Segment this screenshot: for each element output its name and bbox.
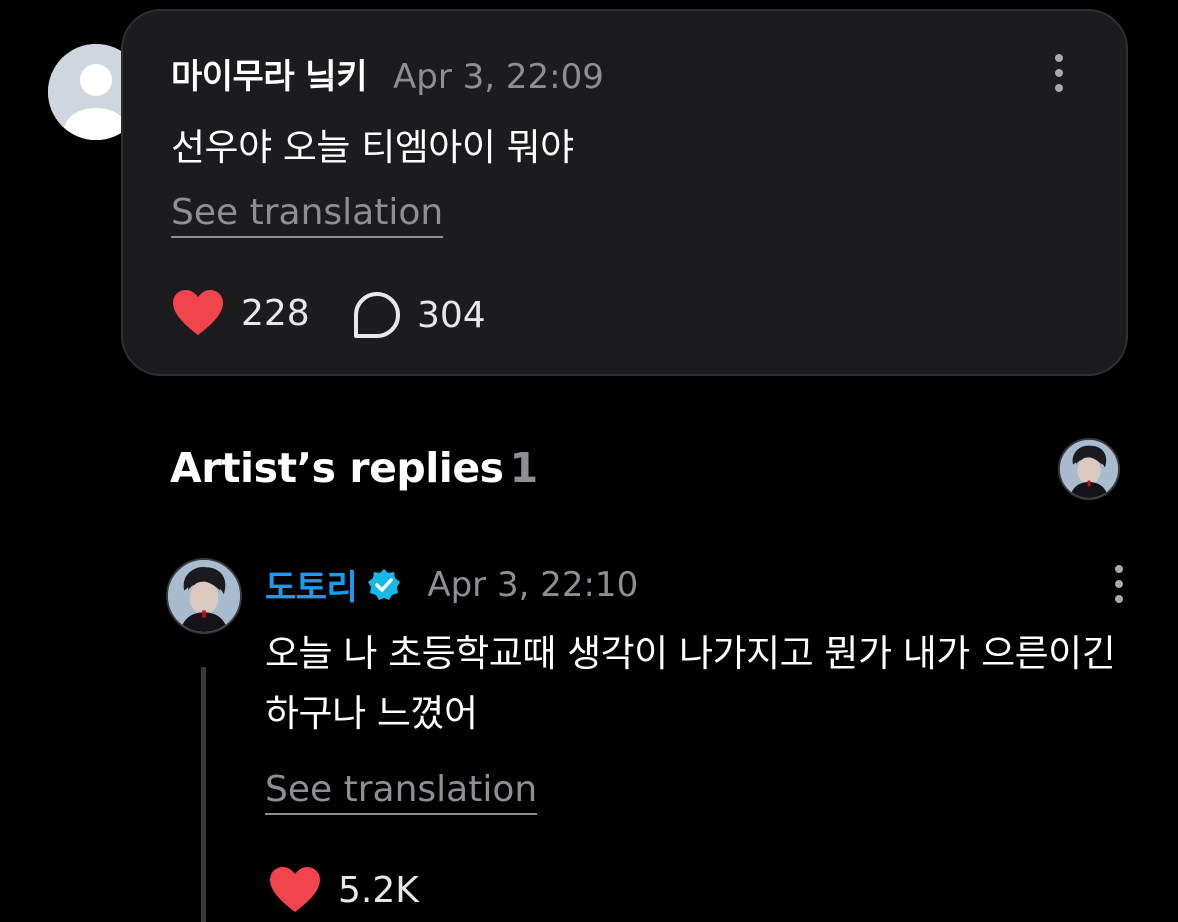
artist-portrait-icon [168, 560, 240, 632]
reply-author-name[interactable]: 도토리 [265, 560, 358, 609]
comment-timestamp: Apr 3, 22:09 [393, 57, 604, 97]
heart-icon [173, 290, 223, 335]
thread-line [201, 667, 206, 922]
artist-replies-count: 1 [509, 444, 539, 492]
comment-author-name[interactable]: 마이무라 닠키 [171, 49, 368, 98]
comment-card: 마이무라 닠키 Apr 3, 22:09 선우야 오늘 티엠아이 뭐야 See … [121, 9, 1128, 376]
comment-bubble-icon [354, 292, 400, 338]
heart-icon [270, 867, 320, 912]
reply-author-avatar[interactable] [166, 558, 242, 634]
reply-like-button[interactable]: 5.2K [268, 866, 419, 914]
reply-text: 오늘 나 초등학교때 생각이 나가지고 뭔가 내가 으른이긴하구나 느꼈어 [265, 632, 1116, 735]
reply-header: 도토리 Apr 3, 22:10 [265, 560, 638, 609]
see-translation-link[interactable]: See translation [171, 191, 444, 238]
artist-replies-heading: Artist’s replies 1 [170, 444, 538, 492]
reply-more-options-icon[interactable] [1114, 565, 1124, 605]
more-options-icon[interactable] [1054, 54, 1064, 94]
artist-portrait-icon [1060, 440, 1118, 498]
reply-like-count: 5.2K [338, 869, 419, 911]
reply-count-button[interactable]: 304 [353, 291, 486, 339]
like-button[interactable]: 228 [171, 289, 310, 337]
comment-text: 선우야 오늘 티엠아이 뭐야 [171, 126, 574, 169]
artist-replies-title: Artist’s replies [170, 444, 504, 492]
artist-avatar-small[interactable] [1058, 438, 1120, 500]
like-count: 228 [241, 292, 310, 334]
reply-see-translation-link[interactable]: See translation [265, 768, 538, 815]
verified-badge-icon [368, 568, 401, 600]
comment-header: 마이무라 닠키 Apr 3, 22:09 [171, 49, 604, 98]
reply-count: 304 [417, 294, 486, 336]
reply-timestamp: Apr 3, 22:10 [427, 564, 639, 605]
